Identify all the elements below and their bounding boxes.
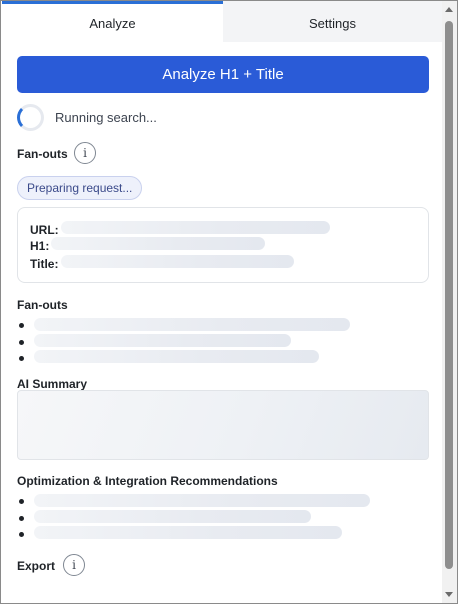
recommendation-skeleton-3	[34, 526, 342, 539]
page-info-card: URL: H1: Title:	[17, 207, 429, 283]
export-heading: Export	[17, 559, 56, 573]
loading-spinner-icon	[17, 104, 44, 131]
scroll-down-icon[interactable]	[445, 592, 453, 597]
recommendations-heading: Optimization & Integration Recommendatio…	[17, 474, 278, 488]
scroll-up-icon[interactable]	[445, 7, 453, 12]
fanouts-section-heading: Fan-outs	[17, 298, 68, 312]
list-item-bullet	[19, 356, 24, 361]
list-item-bullet	[19, 499, 24, 504]
fanouts-info-icon[interactable]: i	[74, 142, 96, 164]
analyze-button[interactable]: Analyze H1 + Title	[17, 56, 429, 93]
request-status-badge: Preparing request...	[17, 176, 143, 200]
recommendation-skeleton-2	[34, 510, 311, 523]
scroll-thumb[interactable]	[445, 21, 453, 569]
list-item-bullet	[19, 323, 24, 328]
list-item-bullet	[19, 516, 24, 521]
tab-bar: Analyze Settings	[2, 1, 442, 42]
fanout-skeleton-1	[34, 318, 350, 331]
list-item-bullet	[19, 532, 24, 537]
ai-summary-skeleton	[17, 390, 429, 460]
ai-summary-heading: AI Summary	[17, 377, 88, 391]
list-item-bullet	[19, 340, 24, 345]
h1-label: H1:	[30, 239, 50, 253]
recommendation-skeleton-1	[34, 494, 370, 507]
tab-settings[interactable]: Settings	[223, 1, 442, 42]
url-value-skeleton	[61, 221, 330, 234]
vertical-scrollbar[interactable]	[442, 1, 457, 603]
search-status: Running search...	[17, 104, 157, 131]
fanout-skeleton-2	[34, 334, 291, 347]
fanouts-heading: Fan-outs	[17, 147, 68, 161]
title-label: Title:	[30, 257, 59, 271]
url-label: URL:	[30, 223, 59, 237]
export-info-icon[interactable]: i	[63, 554, 85, 576]
h1-value-skeleton	[51, 237, 265, 250]
extension-panel: Analyze Settings Analyze H1 + Title Runn…	[0, 0, 458, 604]
status-text: Running search...	[55, 110, 157, 125]
title-value-skeleton	[61, 255, 294, 268]
tab-analyze[interactable]: Analyze	[2, 1, 223, 42]
fanout-skeleton-3	[34, 350, 319, 363]
